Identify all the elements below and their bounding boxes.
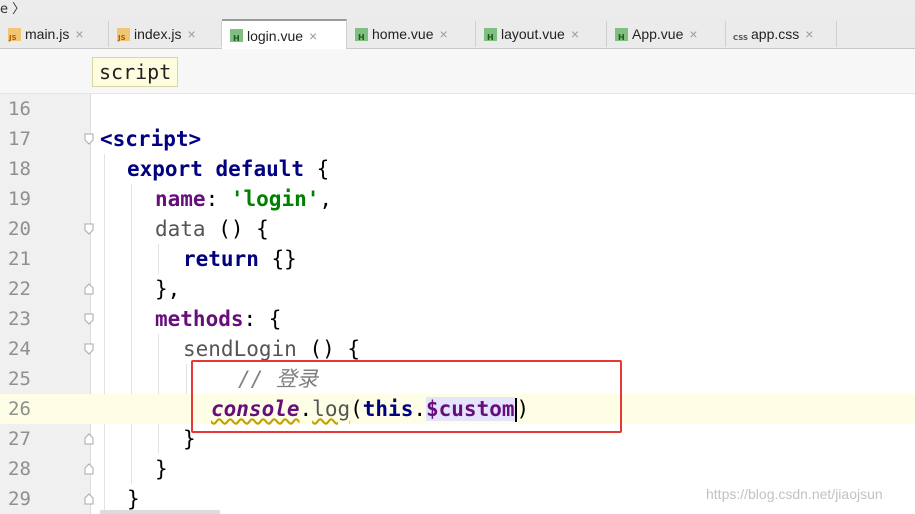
tab-main-js[interactable]: main.js × [0, 21, 109, 47]
code-line: 17 <script> [0, 124, 915, 154]
code-line: 20 data () { [0, 214, 915, 244]
keyword: export [127, 157, 203, 181]
close-icon[interactable]: × [571, 26, 579, 42]
fold-close-icon[interactable] [84, 283, 94, 295]
punctuation: , [319, 187, 333, 211]
line-number: 29 [8, 488, 31, 510]
js-file-icon [117, 27, 130, 42]
tab-label: layout.vue [501, 26, 565, 42]
project-breadcrumb[interactable]: e 〉 [0, 0, 25, 17]
line-number: 28 [8, 458, 31, 480]
tab-label: login.vue [247, 27, 304, 44]
punctuation: { [304, 157, 330, 181]
css-file-icon [733, 28, 748, 42]
punctuation: {} [258, 247, 297, 271]
close-icon[interactable]: × [309, 28, 317, 44]
line-number: 16 [8, 98, 31, 120]
code-line: 18 export default { [0, 154, 915, 184]
code-line: 22 }, [0, 274, 915, 304]
fold-open-icon[interactable] [84, 133, 94, 145]
close-icon[interactable]: × [439, 26, 447, 42]
horizontal-scrollbar[interactable] [100, 510, 220, 514]
vue-file-icon [615, 27, 628, 42]
property: name [155, 187, 206, 211]
fold-open-icon[interactable] [84, 313, 94, 325]
fold-close-icon[interactable] [84, 463, 94, 475]
property: methods [155, 307, 244, 331]
tab-label: home.vue [372, 26, 434, 42]
highlight-annotation-box [191, 360, 622, 433]
vue-file-icon [355, 27, 368, 42]
punctuation: } [155, 457, 168, 481]
tab-app-vue[interactable]: App.vue × [607, 21, 726, 47]
line-number: 21 [8, 248, 31, 270]
line-number: 20 [8, 218, 31, 240]
code-line: 23 methods: { [0, 304, 915, 334]
punctuation: () { [205, 217, 269, 241]
js-file-icon [8, 27, 21, 42]
function-name: sendLogin [183, 337, 297, 361]
tab-index-js[interactable]: index.js × [109, 21, 222, 47]
close-icon[interactable]: × [187, 26, 195, 42]
tab-label: App.vue [632, 26, 684, 42]
script-tag: <script> [100, 127, 202, 151]
line-number: 25 [8, 368, 31, 390]
tab-layout-vue[interactable]: layout.vue × [476, 21, 607, 47]
breadcrumb-item-script[interactable]: script [92, 57, 179, 87]
punctuation: : [205, 187, 231, 211]
code-line: 28 } [0, 454, 915, 484]
punctuation: : { [243, 307, 282, 331]
structure-breadcrumb-bar: script [0, 49, 915, 94]
tab-label: main.js [25, 26, 70, 42]
code-line: 21 return {} [0, 244, 915, 274]
line-number: 24 [8, 338, 31, 360]
function-name: data [155, 217, 206, 241]
keyword: default [215, 157, 305, 181]
punctuation: }, [155, 277, 181, 301]
watermark: https://blog.csdn.net/jiaojsun [706, 486, 883, 502]
tab-home-vue[interactable]: home.vue × [347, 21, 476, 47]
line-number: 22 [8, 278, 31, 300]
tab-login-vue[interactable]: login.vue × [222, 19, 347, 50]
close-icon[interactable]: × [689, 26, 697, 42]
line-number: 27 [8, 428, 31, 450]
window-top-strip: e 〉 [0, 0, 915, 18]
punctuation: () { [296, 337, 361, 361]
line-number: 18 [8, 158, 31, 180]
tab-label: app.css [751, 26, 800, 42]
fold-close-icon[interactable] [84, 493, 94, 505]
tab-app-css[interactable]: app.css × [726, 21, 837, 47]
line-number: 26 [8, 398, 31, 420]
string-literal: 'login' [230, 187, 320, 211]
fold-open-icon[interactable] [84, 223, 94, 235]
close-icon[interactable]: × [805, 26, 813, 42]
line-number: 17 [8, 128, 31, 150]
fold-close-icon[interactable] [84, 433, 94, 445]
code-line: 16 [0, 94, 915, 124]
code-editor[interactable]: 16 17 <script> 18 export default { 19 na… [0, 94, 915, 514]
vue-file-icon [230, 29, 243, 43]
keyword: return [183, 247, 259, 271]
code-line: 19 name: 'login', [0, 184, 915, 214]
vue-file-icon [484, 27, 497, 42]
fold-open-icon[interactable] [84, 343, 94, 355]
tab-label: index.js [134, 26, 182, 42]
line-number: 19 [8, 188, 31, 210]
close-icon[interactable]: × [75, 26, 83, 42]
editor-tab-bar: main.js × index.js × login.vue × home.vu… [0, 18, 915, 50]
line-number: 23 [8, 308, 31, 330]
